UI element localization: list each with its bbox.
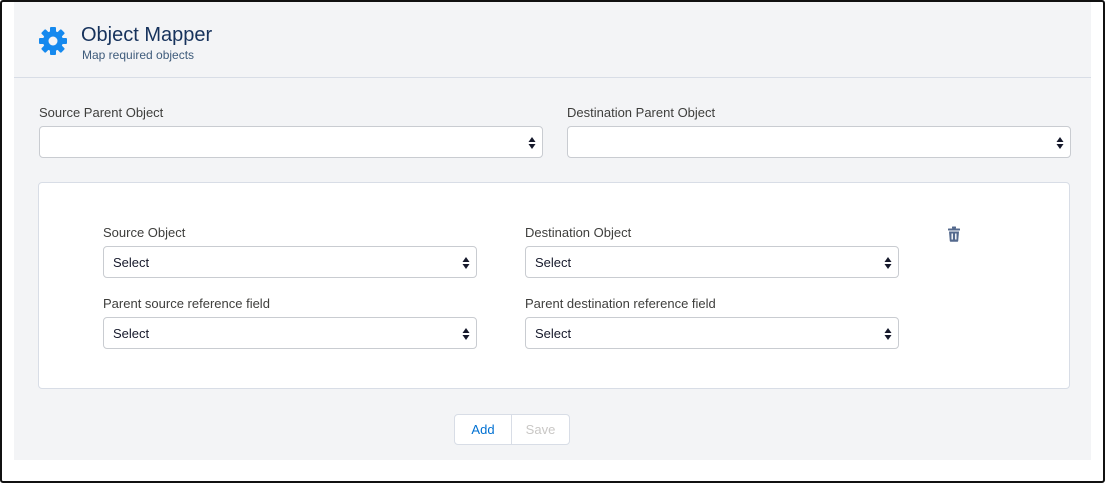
select-arrows-icon xyxy=(528,137,536,149)
add-button[interactable]: Add xyxy=(455,415,512,444)
destination-parent-object-select[interactable] xyxy=(567,126,1071,158)
mapping-row-panel: Source Object Select Destination Object … xyxy=(38,182,1070,389)
trash-icon[interactable] xyxy=(947,226,961,242)
parent-source-reference-field-select[interactable]: Select xyxy=(103,317,477,349)
destination-object-select[interactable]: Select xyxy=(525,246,899,278)
card-header: Object Mapper Map required objects xyxy=(14,2,1091,78)
destination-object-value: Select xyxy=(535,255,572,270)
gear-icon xyxy=(39,27,67,55)
source-parent-object-label: Source Parent Object xyxy=(39,105,164,120)
app-window: Object Mapper Map required objects Sourc… xyxy=(0,0,1105,483)
parent-source-reference-field-value: Select xyxy=(113,326,150,341)
action-button-group: Add Save xyxy=(454,414,570,445)
parent-destination-reference-field-label: Parent destination reference field xyxy=(525,296,716,311)
select-arrows-icon xyxy=(884,328,892,340)
page-title: Object Mapper xyxy=(81,24,213,46)
destination-object-label: Destination Object xyxy=(525,225,632,240)
parent-destination-reference-field-value: Select xyxy=(535,326,572,341)
page-subtitle: Map required objects xyxy=(82,48,195,62)
source-object-label: Source Object xyxy=(103,225,186,240)
mapper-body: Source Parent Object Destination Parent … xyxy=(14,90,1091,460)
select-arrows-icon xyxy=(462,328,470,340)
source-object-value: Select xyxy=(113,255,150,270)
save-button[interactable]: Save xyxy=(512,415,569,444)
object-mapper-card: Object Mapper Map required objects Sourc… xyxy=(14,2,1091,460)
source-parent-object-select[interactable] xyxy=(39,126,543,158)
select-arrows-icon xyxy=(1056,137,1064,149)
parent-destination-reference-field-select[interactable]: Select xyxy=(525,317,899,349)
select-arrows-icon xyxy=(462,257,470,269)
destination-parent-object-label: Destination Parent Object xyxy=(567,105,716,120)
select-arrows-icon xyxy=(884,257,892,269)
source-object-select[interactable]: Select xyxy=(103,246,477,278)
parent-source-reference-field-label: Parent source reference field xyxy=(103,296,270,311)
